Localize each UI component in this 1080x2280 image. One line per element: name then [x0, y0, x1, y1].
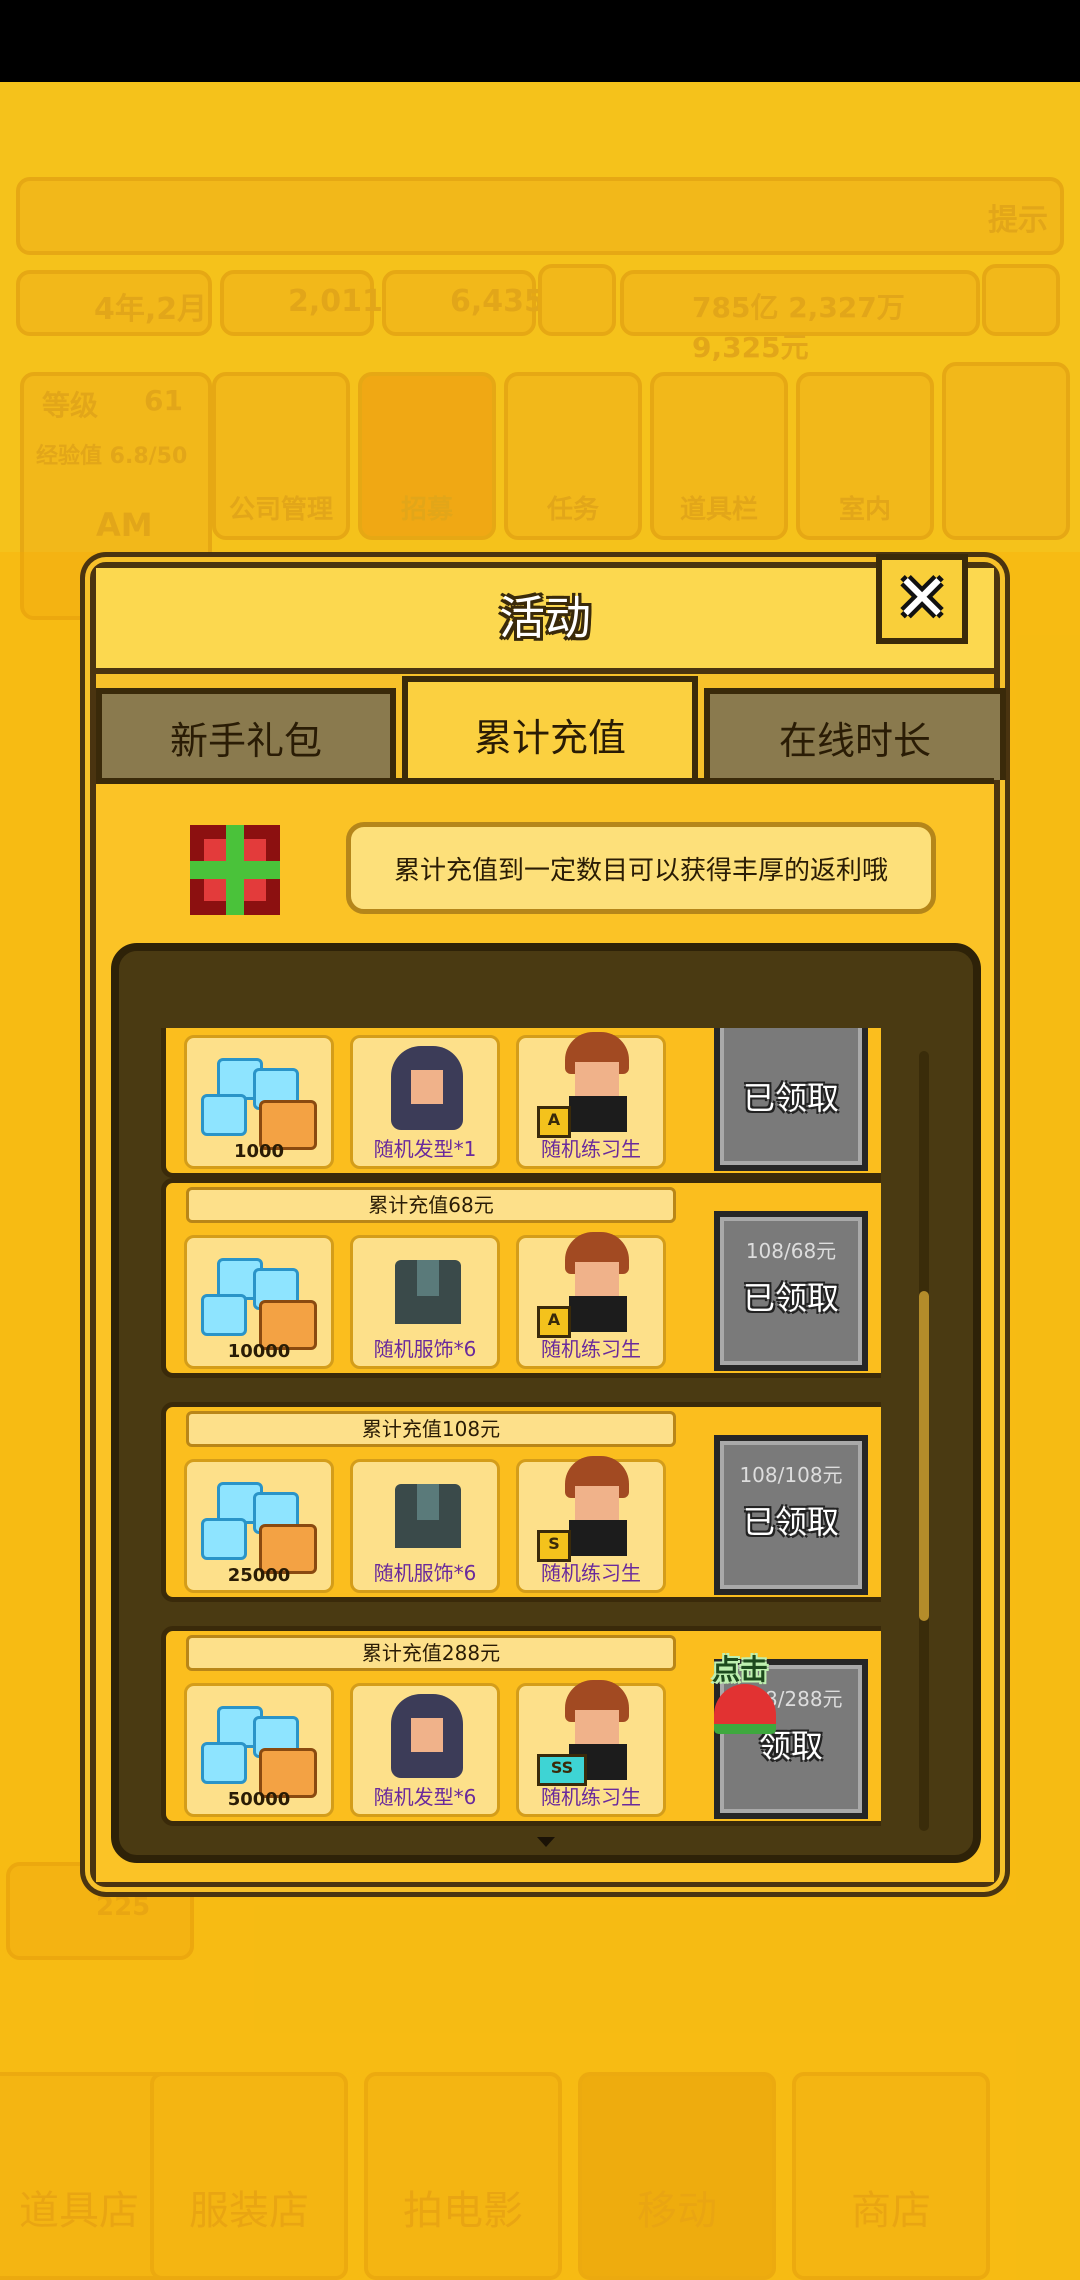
dialog-title-bar: 活动	[96, 568, 994, 674]
diamond-reward: 10000	[184, 1235, 334, 1369]
diamond-icon	[201, 1094, 247, 1136]
claimed-button[interactable]: 108/68元 已领取	[714, 1211, 868, 1371]
scrollbar-thumb[interactable]	[919, 1291, 929, 1621]
add-money-button[interactable]	[982, 264, 1060, 336]
scroll-down-arrow-icon[interactable]	[537, 1837, 555, 1847]
row-label: 累计充值108元	[186, 1411, 676, 1447]
trainee-reward: A 随机练习生	[516, 1232, 666, 1369]
diamond-icon	[201, 1518, 247, 1560]
menu-indoor[interactable]: 室内	[796, 372, 934, 540]
shirt-icon	[395, 1260, 461, 1324]
clothes-reward: 随机服饰*6	[350, 1235, 500, 1369]
claimed-button[interactable]: 108/108元 已领取	[714, 1435, 868, 1595]
diamond-icon	[201, 1742, 247, 1784]
close-button[interactable]: ✕	[876, 554, 968, 644]
menu-inventory[interactable]: 道具栏	[650, 372, 788, 540]
tab-online-time[interactable]: 在线时长	[704, 688, 1006, 780]
reward-row: 累计充值108元 25000 随机服饰*6 S 随机练习生 108/108元 已…	[161, 1402, 881, 1602]
trainee-reward: A 随机练习生	[516, 1032, 666, 1169]
hair-reward: 随机发型*6	[350, 1683, 500, 1817]
reward-row: 累计充值68元 10000 随机服饰*6 A 随机练习生 108/68元 已领取	[161, 1178, 881, 1378]
hint-button[interactable]: 提示	[988, 195, 1048, 239]
top-banner: 提示	[16, 177, 1064, 255]
watermelon-icon	[714, 1684, 776, 1734]
status-bar	[0, 0, 1080, 82]
close-icon: ✕	[895, 562, 949, 636]
hair-reward: 随机发型*1	[350, 1035, 500, 1169]
dialog-title: 活动	[499, 591, 591, 645]
tab-cumulative-recharge[interactable]: 累计充值	[402, 676, 698, 786]
money-display: 785亿 2,327万 9,325元	[620, 270, 980, 364]
shirt-icon	[395, 1484, 461, 1548]
coins-display: 2,011	[220, 270, 383, 336]
claimed-button[interactable]: 已领取	[714, 1028, 868, 1171]
activity-dialog: 活动 ✕ 新手礼包 累计充值 在线时长 累计充值到一定数目可以获得丰厚的返利哦 …	[90, 554, 1006, 1887]
diamond-reward: 1000	[184, 1035, 334, 1169]
gift-icon	[190, 825, 280, 915]
diamond-reward: 50000	[184, 1683, 334, 1817]
mail-button[interactable]	[942, 362, 1070, 540]
tap-hint[interactable]: 点击	[710, 1648, 790, 1758]
menu-tasks[interactable]: 任务	[504, 372, 642, 540]
trainee-reward: SS 随机练习生	[516, 1680, 666, 1817]
date-display: 4年,2月	[16, 270, 212, 336]
clothes-reward: 随机服饰*6	[350, 1459, 500, 1593]
diamond-reward: 25000	[184, 1459, 334, 1593]
gems-display: 6,435	[382, 270, 545, 336]
menu-company[interactable]: 公司管理	[212, 372, 350, 540]
tab-newbie-gift[interactable]: 新手礼包	[96, 688, 396, 780]
add-gems-button[interactable]	[538, 264, 616, 336]
row-label: 累计充值288元	[186, 1635, 676, 1671]
trainee-reward: S 随机练习生	[516, 1456, 666, 1593]
reward-row: 1000 随机发型*1 A 随机练习生 已领取	[161, 1028, 881, 1178]
tip-bubble: 累计充值到一定数目可以获得丰厚的返利哦	[346, 822, 936, 914]
menu-recruit[interactable]: 招募	[358, 372, 496, 540]
reward-list-frame: 1000 随机发型*1 A 随机练习生 已领取 累计充值68元 10000 随机…	[111, 943, 981, 1863]
row-label: 累计充值68元	[186, 1187, 676, 1223]
diamond-icon	[201, 1294, 247, 1336]
tap-hint-label: 点击	[712, 1653, 769, 1686]
